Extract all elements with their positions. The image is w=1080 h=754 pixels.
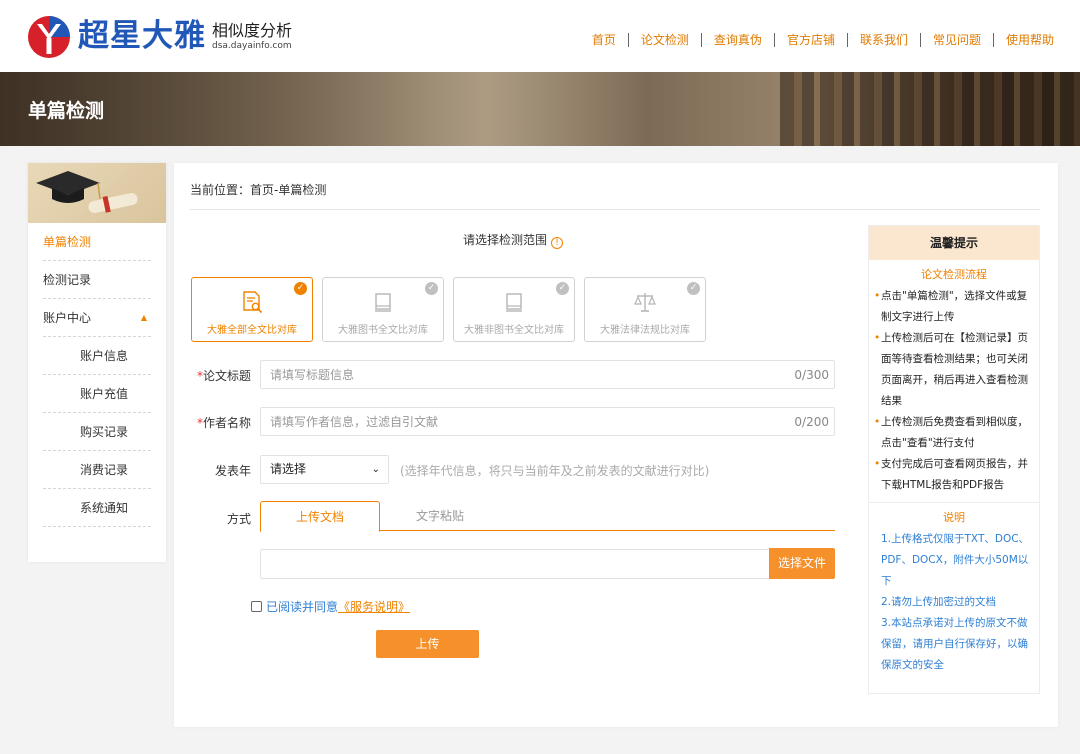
flow-step: 点击"单篇检测"，选择文件或复制文字进行上传 <box>874 286 1031 328</box>
method-label: 方式 <box>226 512 251 526</box>
tips-panel: 温馨提示 论文检测流程 点击"单篇检测"，选择文件或复制文字进行上传 上传检测后… <box>868 225 1040 694</box>
logo-domain: dsa.dayainfo.com <box>212 41 292 52</box>
nav-verify[interactable]: 查询真伪 <box>702 33 774 47</box>
logo-icon <box>28 16 70 58</box>
site-header: 超星大雅 相似度分析 dsa.dayainfo.com 首页 论文检测 查询真伪… <box>0 0 1080 72</box>
sidebar-graduation-image <box>28 163 166 223</box>
title-label: *论文标题 <box>196 369 251 383</box>
check-icon: ✓ <box>687 282 700 295</box>
agreement: 已阅读并同意 《服务说明》 <box>251 598 410 615</box>
scope-card-label: 大雅法律法规比对库 <box>600 325 690 336</box>
scope-card-label: 大雅非图书全文比对库 <box>464 325 564 336</box>
agree-checkbox[interactable] <box>251 601 262 612</box>
page-banner: 单篇检测 <box>0 72 1080 146</box>
divider <box>190 209 1040 210</box>
graduation-cap-icon <box>36 171 138 213</box>
check-icon: ✓ <box>294 282 307 295</box>
logo-subtitle-group: 相似度分析 dsa.dayainfo.com <box>212 22 292 52</box>
flow-step: 上传检测后免费查看到相似度，点击"查看"进行支付 <box>874 412 1031 454</box>
service-terms-link[interactable]: 《服务说明》 <box>338 598 410 615</box>
year-select[interactable]: 请选择 ⌄ <box>260 455 389 484</box>
sidebar-item-purchase-records[interactable]: 购买记录 <box>43 413 151 451</box>
nav-home[interactable]: 首页 <box>580 33 628 47</box>
tab-paste-text[interactable]: 文字粘贴 <box>380 501 500 532</box>
notes-title: 说明 <box>943 511 965 524</box>
scope-card-label: 大雅图书全文比对库 <box>338 325 428 336</box>
check-icon: ✓ <box>425 282 438 295</box>
document-search-icon <box>243 291 263 314</box>
collapse-arrow-icon: ▲ <box>140 313 147 322</box>
divider <box>869 502 1039 503</box>
logo-title: 超星大雅 <box>78 18 206 54</box>
main-panel: 当前位置：首页-单篇检测 请选择检测范围! 大雅全部全文比对库 ✓ 大雅图书全文… <box>174 163 1058 727</box>
chevron-down-icon: ⌄ <box>371 464 380 475</box>
method-tabs: 上传文档 文字粘贴 <box>260 501 835 532</box>
nav-faq[interactable]: 常见问题 <box>921 33 993 47</box>
note-item: 2.请勿上传加密过的文档 <box>881 596 997 608</box>
scope-card-label: 大雅全部全文比对库 <box>207 325 297 336</box>
flow-list: 点击"单篇检测"，选择文件或复制文字进行上传 上传检测后可在【检测记录】页面等待… <box>869 286 1039 496</box>
flow-title: 论文检测流程 <box>921 268 987 281</box>
tab-upload-document[interactable]: 上传文档 <box>260 501 380 532</box>
note-item: 3.本站点承诺对上传的原文不做保留，请用户自行保存好，以确保原文的安全 <box>881 617 1028 671</box>
logo-subtitle: 相似度分析 <box>212 20 293 40</box>
nav-contact[interactable]: 联系我们 <box>848 33 920 47</box>
scope-cards: 大雅全部全文比对库 ✓ 大雅图书全文比对库 ✓ 大雅非图书全文比对库 ✓ 大雅法… <box>191 277 715 342</box>
sidebar-item-check-records[interactable]: 检测记录 <box>43 261 151 299</box>
choose-file-button[interactable]: 选择文件 <box>769 548 835 579</box>
scope-card-non-books[interactable]: 大雅非图书全文比对库 ✓ <box>453 277 575 342</box>
flow-step: 上传检测后可在【检测记录】页面等待查看检测结果；也可关闭页面离开，稍后再进入查看… <box>874 328 1031 412</box>
scope-title: 请选择检测范围! <box>463 231 564 249</box>
nav-store[interactable]: 官方店铺 <box>775 33 847 47</box>
sidebar-item-recharge[interactable]: 账户充值 <box>43 375 151 413</box>
page-title: 单篇检测 <box>28 100 105 122</box>
top-nav: 首页 论文检测 查询真伪 官方店铺 联系我们 常见问题 使用帮助 <box>580 33 1054 47</box>
author-label: *作者名称 <box>196 416 251 430</box>
check-icon: ✓ <box>556 282 569 295</box>
sidebar: 单篇检测 检测记录 账户中心 ▲ 账户信息 账户充值 购买记录 消费记录 系统通知 <box>28 163 166 562</box>
sidebar-item-notifications[interactable]: 系统通知 <box>43 489 151 527</box>
sidebar-item-single-check[interactable]: 单篇检测 <box>43 223 151 261</box>
scope-card-books[interactable]: 大雅图书全文比对库 ✓ <box>322 277 444 342</box>
note-item: 1.上传格式仅限于TXT、DOC、PDF、DOCX，附件大小50M以下 <box>881 533 1030 587</box>
author-char-count: 0/200 <box>794 415 829 429</box>
flow-step: 支付完成后可查看网页报告，并下载HTML报告和PDF报告 <box>874 454 1031 496</box>
author-field[interactable]: 0/200 <box>260 407 835 436</box>
file-path-field[interactable] <box>260 549 770 579</box>
sidebar-menu: 单篇检测 检测记录 账户中心 ▲ 账户信息 账户充值 购买记录 消费记录 系统通知 <box>28 223 166 527</box>
sidebar-item-account-center[interactable]: 账户中心 ▲ <box>43 299 151 337</box>
book-icon <box>375 293 391 312</box>
site-logo[interactable]: 超星大雅 相似度分析 dsa.dayainfo.com <box>27 14 292 59</box>
sidebar-item-consumption-records[interactable]: 消费记录 <box>43 451 151 489</box>
sidebar-item-account-info[interactable]: 账户信息 <box>43 337 151 375</box>
year-hint: (选择年代信息，将只与当前年及之前发表的文献进行对比) <box>400 464 710 478</box>
year-label: 发表年 <box>214 464 251 478</box>
title-char-count: 0/300 <box>794 368 829 382</box>
breadcrumb: 当前位置：首页-单篇检测 <box>190 183 327 197</box>
scope-card-law[interactable]: 大雅法律法规比对库 ✓ <box>584 277 706 342</box>
info-icon[interactable]: ! <box>551 237 564 249</box>
scale-icon <box>634 293 656 312</box>
title-field[interactable]: 0/300 <box>260 360 835 389</box>
nav-paper-check[interactable]: 论文检测 <box>629 33 701 47</box>
title-input[interactable] <box>261 361 834 388</box>
nav-help[interactable]: 使用帮助 <box>994 33 1054 47</box>
author-input[interactable] <box>261 408 834 435</box>
scope-card-all[interactable]: 大雅全部全文比对库 ✓ <box>191 277 313 342</box>
book-icon <box>506 293 522 312</box>
agree-text: 已阅读并同意 <box>266 600 339 614</box>
upload-button[interactable]: 上传 <box>376 630 479 658</box>
tips-title: 温馨提示 <box>869 226 1039 260</box>
notes-list: 1.上传格式仅限于TXT、DOC、PDF、DOCX，附件大小50M以下 2.请勿… <box>869 529 1039 676</box>
